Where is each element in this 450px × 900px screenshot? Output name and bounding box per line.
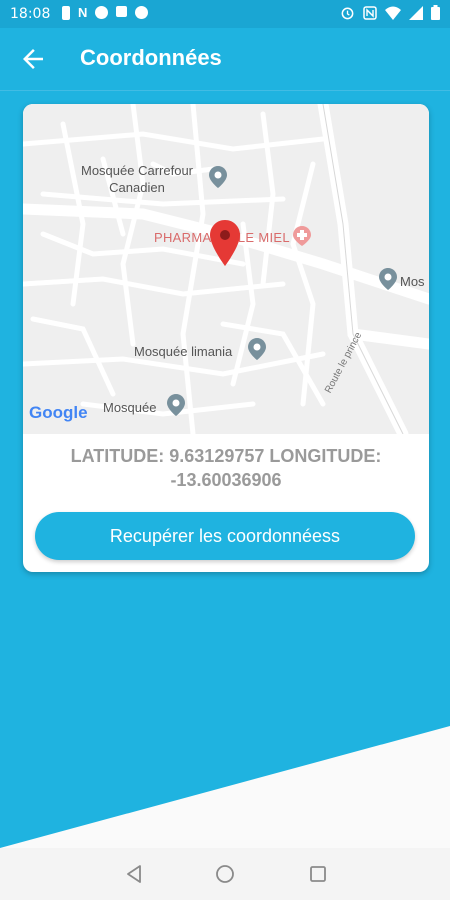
status-notification-icons: N: [62, 5, 149, 20]
status-system-icons: [340, 5, 440, 23]
system-nav-bar: [0, 848, 450, 900]
battery-saver-icon: [62, 6, 70, 20]
wifi-icon: [385, 6, 401, 23]
status-bar: 18:08 N: [0, 0, 450, 28]
google-logo: Google: [29, 403, 88, 422]
page-title: Coordonnées: [80, 45, 222, 70]
pharmacy-marker-icon[interactable]: [293, 226, 311, 251]
nav-back-icon[interactable]: [122, 862, 146, 886]
place-marker-icon[interactable]: [167, 394, 185, 421]
map-view[interactable]: Mosquée Carrefour Canadien PHARMACIE LE …: [23, 104, 429, 434]
place-marker-icon[interactable]: [209, 166, 227, 193]
nav-recents-icon[interactable]: [306, 862, 330, 886]
facebook-icon: [135, 6, 149, 19]
coordinates-line-1: LATITUDE: 9.63129757 LONGITUDE:: [70, 446, 382, 466]
app-bar: Coordonnées: [0, 28, 450, 91]
facebook-icon: [95, 6, 109, 19]
signal-icon: [409, 5, 423, 23]
alarm-icon: [340, 5, 355, 23]
map-place-label: Mosquée limania: [134, 344, 233, 359]
map-place-label: Mosquée Carrefour Canadien: [81, 163, 193, 195]
get-coordinates-button[interactable]: Recupérer les coordonnéess: [35, 512, 415, 560]
coordinates-card: Mosquée Carrefour Canadien PHARMACIE LE …: [23, 104, 429, 572]
map-place-label: Mosquée: [103, 400, 157, 415]
place-marker-icon[interactable]: [379, 268, 397, 295]
coordinates-line-2: -13.60036906: [170, 470, 282, 490]
nav-home-icon[interactable]: [213, 862, 237, 886]
notification-n-icon: N: [78, 5, 88, 20]
coordinates-text: LATITUDE: 9.63129757 LONGITUDE: -13.6003…: [23, 444, 429, 492]
location-pin-icon[interactable]: [210, 220, 240, 271]
map-place-label: Mos: [400, 274, 425, 289]
place-marker-icon[interactable]: [248, 338, 266, 365]
arrow-left-icon[interactable]: [18, 44, 48, 74]
status-time: 18:08: [10, 6, 51, 22]
nfc-icon: [363, 5, 377, 23]
cast-icon: [116, 6, 128, 17]
battery-icon: [431, 5, 440, 23]
